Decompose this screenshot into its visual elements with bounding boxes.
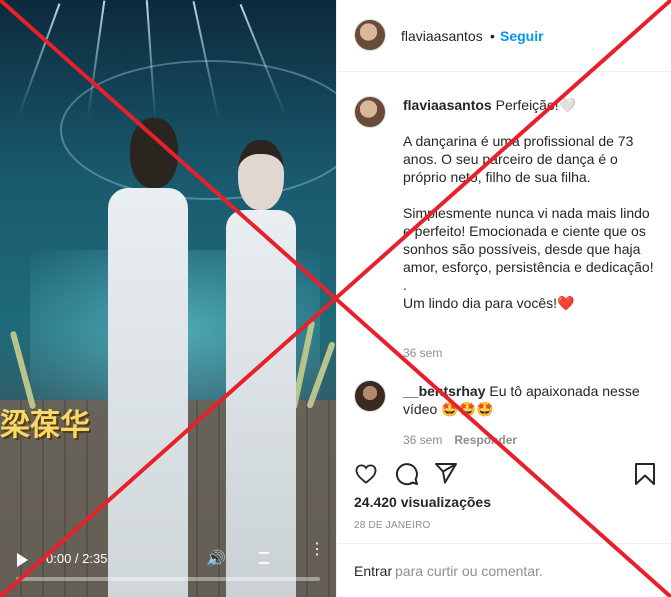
login-link[interactable]: Entrar [354, 563, 392, 579]
post-caption: flaviaasantos Perfeição!🤍 A dançarina é … [403, 96, 657, 330]
post-header: flaviaasantos • Seguir [337, 0, 671, 72]
bookmark-icon[interactable] [634, 462, 656, 486]
avatar[interactable] [354, 380, 386, 412]
comment-time[interactable]: 36 sem [403, 433, 442, 447]
caption-paragraph: A dançarina é uma profissional de 73 ano… [403, 133, 634, 185]
header-username[interactable]: flaviaasantos [401, 28, 483, 44]
share-icon[interactable] [434, 462, 458, 484]
reply-button[interactable]: Responder [454, 433, 517, 447]
login-prompt: para curtir ou comentar. [395, 563, 543, 579]
comment: __bentsrhay Eu tô apaixonada nesse vídeo… [403, 382, 657, 418]
add-comment-bar: Entrar para curtir ou comentar. [337, 543, 671, 597]
header-separator: • [490, 28, 495, 44]
post-panel: flaviaasantos • Seguir flaviaasantos Per… [336, 0, 671, 597]
comment-meta: 36 sem Responder [403, 433, 517, 447]
caption-time[interactable]: 36 sem [403, 346, 442, 360]
avatar[interactable] [354, 19, 386, 51]
action-bar [337, 456, 671, 496]
video-player[interactable]: 梁葆华 0:00 / 2:35 🔊 ⋮ [0, 0, 336, 597]
video-overlay-text: 梁葆华 [0, 408, 90, 443]
video-time: 0:00 / 2:35 [46, 551, 108, 566]
views-number: 24.420 [354, 494, 397, 510]
comment-icon[interactable] [395, 462, 419, 486]
post-date[interactable]: 28 DE JANEIRO [354, 520, 431, 531]
caption-username[interactable]: flaviaasantos [403, 97, 492, 113]
views-label: visualizações [400, 494, 491, 510]
caption-dot: . [403, 277, 407, 293]
male-dancer [108, 118, 188, 597]
caption-first-line: Perfeição!🤍 [495, 97, 577, 113]
volume-icon[interactable]: 🔊 [206, 549, 226, 569]
female-dancer [220, 140, 300, 597]
fullscreen-icon[interactable] [258, 552, 270, 564]
progress-bar[interactable] [16, 577, 320, 581]
video-controls: 0:00 / 2:35 🔊 ⋮ [0, 537, 336, 597]
follow-button[interactable]: Seguir [500, 28, 544, 44]
more-options-icon[interactable]: ⋮ [309, 542, 325, 558]
caption-paragraph: Simplesmente nunca vi nada mais lindo e … [403, 205, 654, 275]
play-icon[interactable] [17, 553, 28, 567]
comments-section: flaviaasantos Perfeição!🤍 A dançarina é … [337, 72, 671, 456]
caption-paragraph: Um lindo dia para vocês!❤️ [403, 295, 575, 311]
views-count[interactable]: 24.420 visualizações [354, 494, 491, 510]
comment-username[interactable]: __bentsrhay [403, 383, 485, 399]
avatar[interactable] [354, 96, 386, 128]
heart-icon[interactable] [355, 464, 377, 484]
stage-light [17, 3, 61, 117]
